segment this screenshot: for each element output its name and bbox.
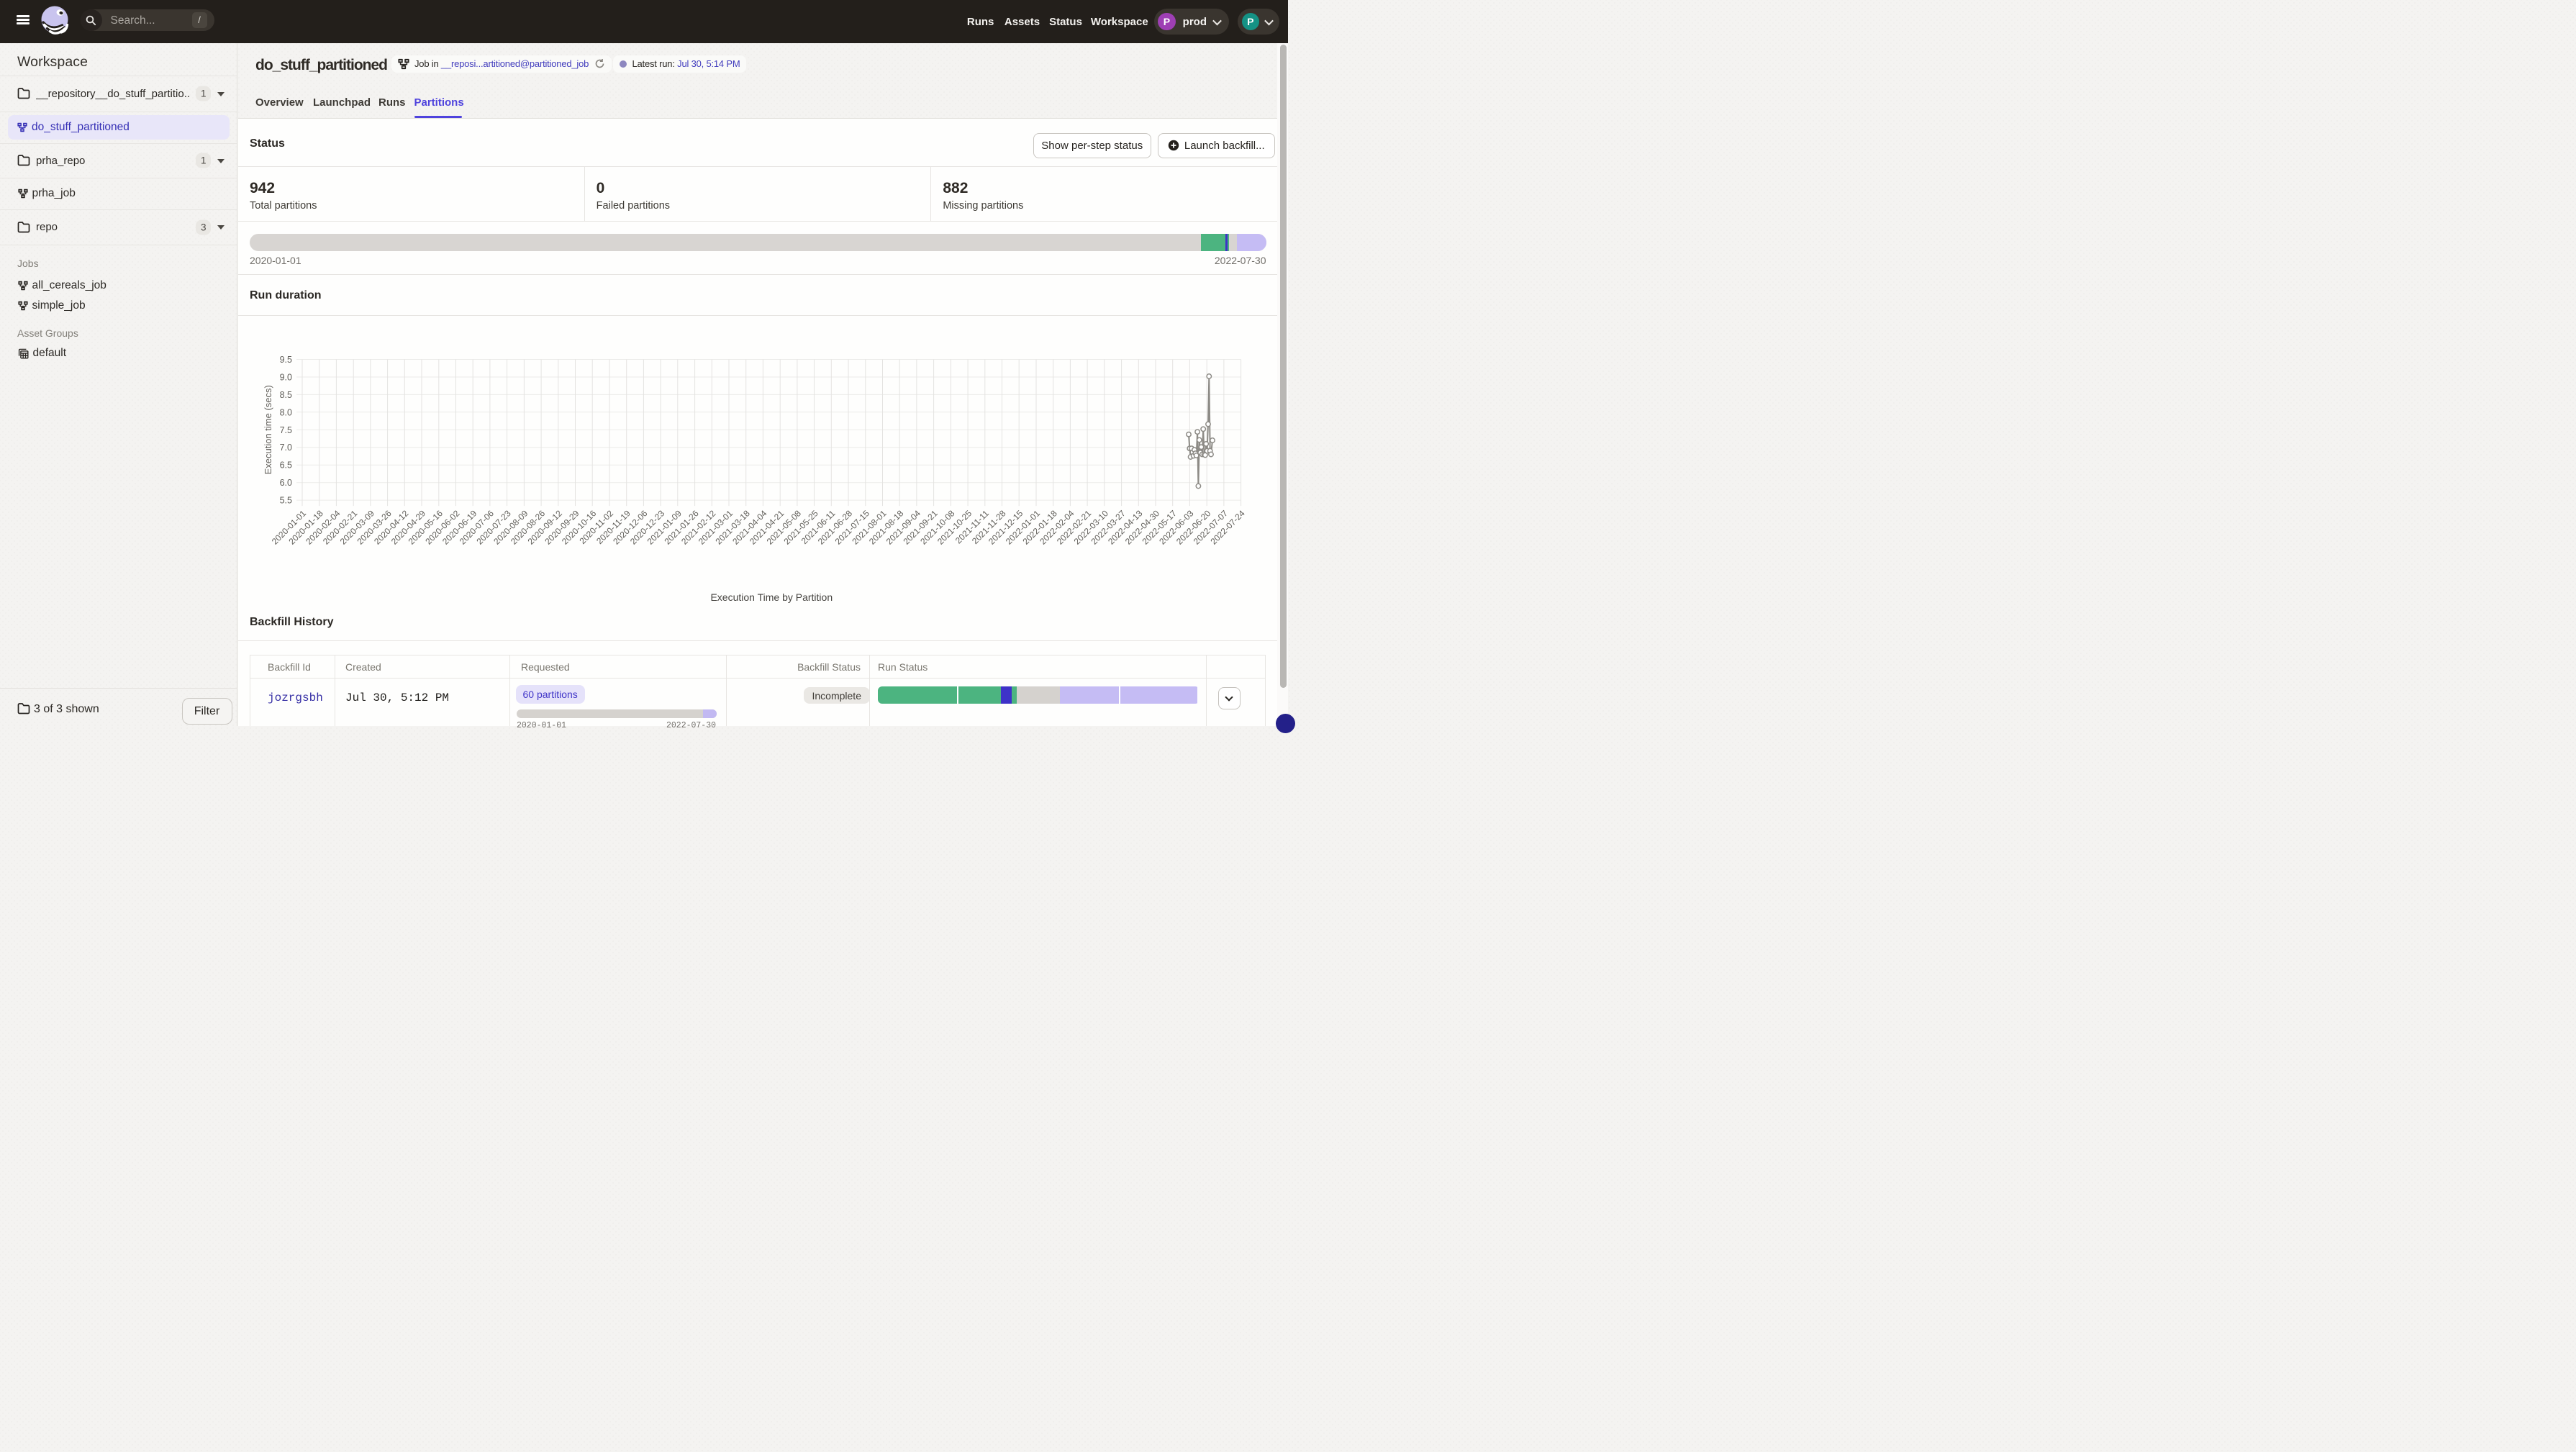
svg-text:5.5: 5.5	[280, 495, 292, 505]
svg-text:7.0: 7.0	[280, 443, 292, 453]
svg-text:9.0: 9.0	[280, 372, 292, 382]
svg-text:7.5: 7.5	[280, 425, 292, 435]
svg-text:6.5: 6.5	[280, 460, 292, 470]
svg-text:Execution Time by Partition: Execution Time by Partition	[710, 591, 833, 603]
svg-text:8.0: 8.0	[280, 407, 292, 417]
svg-text:8.5: 8.5	[280, 389, 292, 399]
svg-text:6.0: 6.0	[280, 478, 292, 488]
svg-text:9.5: 9.5	[280, 355, 292, 365]
svg-text:Execution time (secs): Execution time (secs)	[263, 385, 273, 474]
